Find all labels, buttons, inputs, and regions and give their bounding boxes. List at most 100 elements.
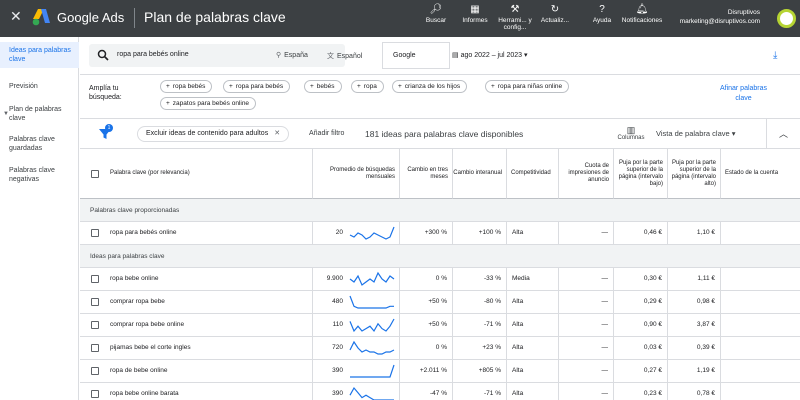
yoy-change-cell-text: +23 %: [482, 344, 501, 351]
competition-cell: Alta: [507, 360, 559, 382]
column-header-account-status[interactable]: Estado de la cuenta: [721, 149, 800, 199]
broaden-chip[interactable]: + ropa para niñas online: [485, 80, 570, 93]
avg-searches-cell-text: 720: [332, 344, 343, 351]
yoy-change-cell-text: +805 %: [478, 367, 501, 374]
sidebar-item-saved-keywords[interactable]: Palabras clave guardadas: [0, 135, 79, 153]
table-row[interactable]: pijamas bebe el corte ingles 720 0 % +23 % A…: [80, 337, 800, 360]
keyword-cell[interactable]: comprar ropa bebe online: [80, 314, 313, 336]
column-header-yoy-change[interactable]: Cambio interanual: [453, 149, 507, 199]
yoy-change-cell: +100 %: [453, 222, 507, 244]
bid-high-cell: 1,19 €: [668, 360, 721, 382]
competition-cell: Alta: [507, 222, 559, 244]
column-header-three-month-change[interactable]: Cambio en tres meses: [400, 149, 453, 199]
language-selector[interactable]: 文 Español: [327, 51, 362, 61]
search-icon: [97, 49, 109, 61]
search-network-selector[interactable]: Google: [382, 42, 450, 69]
trend-sparkline: [349, 386, 394, 400]
bid-high-cell-text: 0,78 €: [696, 390, 715, 397]
bid-low-cell-text: 0,30 €: [643, 275, 662, 282]
account-name: Disruptivos: [727, 9, 760, 16]
column-header-keyword[interactable]: Palabra clave (por relevancia): [80, 149, 313, 199]
column-header-competition[interactable]: Competitividad: [507, 149, 559, 199]
chip-label: crianza de los hijos: [404, 83, 461, 90]
plus-icon: +: [166, 83, 170, 90]
column-header-avg-searches[interactable]: Promedio de búsquedas mensuales: [313, 149, 400, 199]
columns-button[interactable]: ▥ Columnas: [616, 125, 646, 141]
broaden-chip[interactable]: + ropa: [351, 80, 384, 93]
avg-searches-cell: 480: [313, 291, 400, 313]
keyword-cell-text: comprar ropa bebe online: [110, 321, 185, 328]
reports-icon: ▦: [470, 4, 480, 15]
table-row[interactable]: ropa para bebés online 20 +300 % +100 % Alta…: [80, 222, 800, 245]
table-row[interactable]: comprar ropa bebe 480 +50 % -80 % Alta — 0,29 …: [80, 291, 800, 314]
view-selector[interactable]: Vista de palabra clave ▾: [656, 129, 736, 138]
avg-searches-cell-text: 390: [332, 390, 343, 397]
sidebar-item-forecast[interactable]: Previsión: [0, 82, 79, 91]
competition-cell-text: Alta: [512, 390, 524, 397]
close-icon[interactable]: ✕: [274, 130, 280, 137]
table-row[interactable]: ropa de bebe online 390 +2.011 % +805 % Alta…: [80, 360, 800, 383]
collapse-button[interactable]: ︿: [766, 119, 800, 149]
keyword-cell[interactable]: comprar ropa bebe: [80, 291, 313, 313]
broaden-chip[interactable]: + zapatos para bebés online: [160, 97, 257, 110]
broaden-chip[interactable]: + crianza de los hijos: [392, 80, 468, 93]
bid-low-cell-text: 0,23 €: [643, 390, 662, 397]
keyword-cell[interactable]: ropa bebe online: [80, 268, 313, 290]
notifications-button[interactable]: 🔔︎ Notificaciones: [620, 4, 664, 24]
three-month-change-cell-text: +50 %: [428, 298, 447, 305]
broaden-chip[interactable]: + bebés: [304, 80, 342, 93]
location-selector[interactable]: ⚲ España: [276, 51, 308, 59]
download-icon[interactable]: ⤓: [773, 50, 777, 61]
keyword-cell[interactable]: pijamas bebe el corte ingles: [80, 337, 313, 359]
close-icon[interactable]: ✕: [10, 9, 22, 23]
tools-button[interactable]: ⚒ Herrami... y config...: [496, 4, 534, 31]
bid-high-cell-text: 1,19 €: [696, 367, 715, 374]
bid-low-cell: 0,27 €: [614, 360, 668, 382]
keyword-cell[interactable]: ropa bebe online barata: [80, 383, 313, 400]
sidebar-item-keyword-plan[interactable]: Plan de palabras clave: [0, 105, 79, 123]
sidebar: Ideas para palabras clave Previsión ▼ Pl…: [0, 37, 79, 400]
column-header-bid-high[interactable]: Puja por la parte superior de la página …: [668, 149, 721, 199]
avatar[interactable]: [777, 9, 796, 28]
keyword-cell[interactable]: ropa de bebe online: [80, 360, 313, 382]
bid-low-cell: 0,23 €: [614, 383, 668, 400]
columns-label: Columnas: [617, 135, 645, 141]
date-range-selector[interactable]: ▤ ago 2022 – jul 2023 ▾: [452, 51, 528, 59]
refresh-button[interactable]: ↻ Actualiz...: [536, 4, 574, 24]
sidebar-item-negative-keywords[interactable]: Palabras clave negativas: [0, 166, 79, 184]
keyword-cell[interactable]: ropa para bebés online: [80, 222, 313, 244]
column-header-impression-share[interactable]: Cuota de impresiones de anuncio: [559, 149, 614, 199]
account-info[interactable]: Disruptivos marketing@disruptivos.com: [680, 8, 760, 26]
refine-keywords-button[interactable]: Afinar palabras clave: [711, 84, 776, 104]
reports-button[interactable]: ▦ Informes: [456, 4, 494, 24]
plus-icon: +: [310, 83, 314, 90]
help-button[interactable]: ? Ayuda: [583, 4, 621, 24]
table-row[interactable]: ropa bebe online barata 390 -47 % -71 % Alta…: [80, 383, 800, 400]
filter-chip-exclude-adult[interactable]: Excluir ideas de contenido para adultos ✕: [137, 126, 290, 142]
select-all-checkbox[interactable]: [91, 170, 99, 178]
search-row: ropa para bebés online ⚲ España 文 Español …: [80, 37, 800, 75]
avg-searches-cell: 390: [313, 383, 400, 400]
column-header-bid-low[interactable]: Puja por la parte superior de la página …: [614, 149, 668, 199]
broaden-chip[interactable]: + ropa para bebés: [223, 80, 291, 93]
impression-share-cell: —: [559, 360, 614, 382]
three-month-change-cell: +2.011 %: [400, 360, 453, 382]
bid-high-cell-text: 0,39 €: [696, 344, 715, 351]
add-filter-button[interactable]: Añadir filtro: [309, 130, 344, 137]
bid-high-cell: 0,39 €: [668, 337, 721, 359]
yoy-change-cell: +23 %: [453, 337, 507, 359]
search-button[interactable]: 🔎︎ Buscar: [417, 4, 455, 24]
table-row[interactable]: ropa bebe online 9.900 0 % -33 % Media — 0,30 …: [80, 268, 800, 291]
sidebar-item-keyword-ideas[interactable]: Ideas para palabras clave: [0, 42, 79, 68]
broaden-chip[interactable]: + ropa bebés: [160, 80, 213, 93]
bid-low-cell-text: 0,46 €: [643, 229, 662, 236]
section-keyword-ideas: Ideas para palabras clave: [80, 245, 800, 268]
trend-line: [349, 226, 395, 240]
avg-searches-cell-text: 390: [332, 367, 343, 374]
impression-share-cell-text: —: [601, 390, 609, 397]
impression-share-cell-text: —: [601, 275, 609, 282]
search-network-label: Google: [393, 52, 416, 59]
date-range-label: ago 2022 – jul 2023: [460, 52, 523, 59]
reports-label: Informes: [462, 17, 488, 24]
table-row[interactable]: comprar ropa bebe online 110 +50 % -71 % Alt…: [80, 314, 800, 337]
